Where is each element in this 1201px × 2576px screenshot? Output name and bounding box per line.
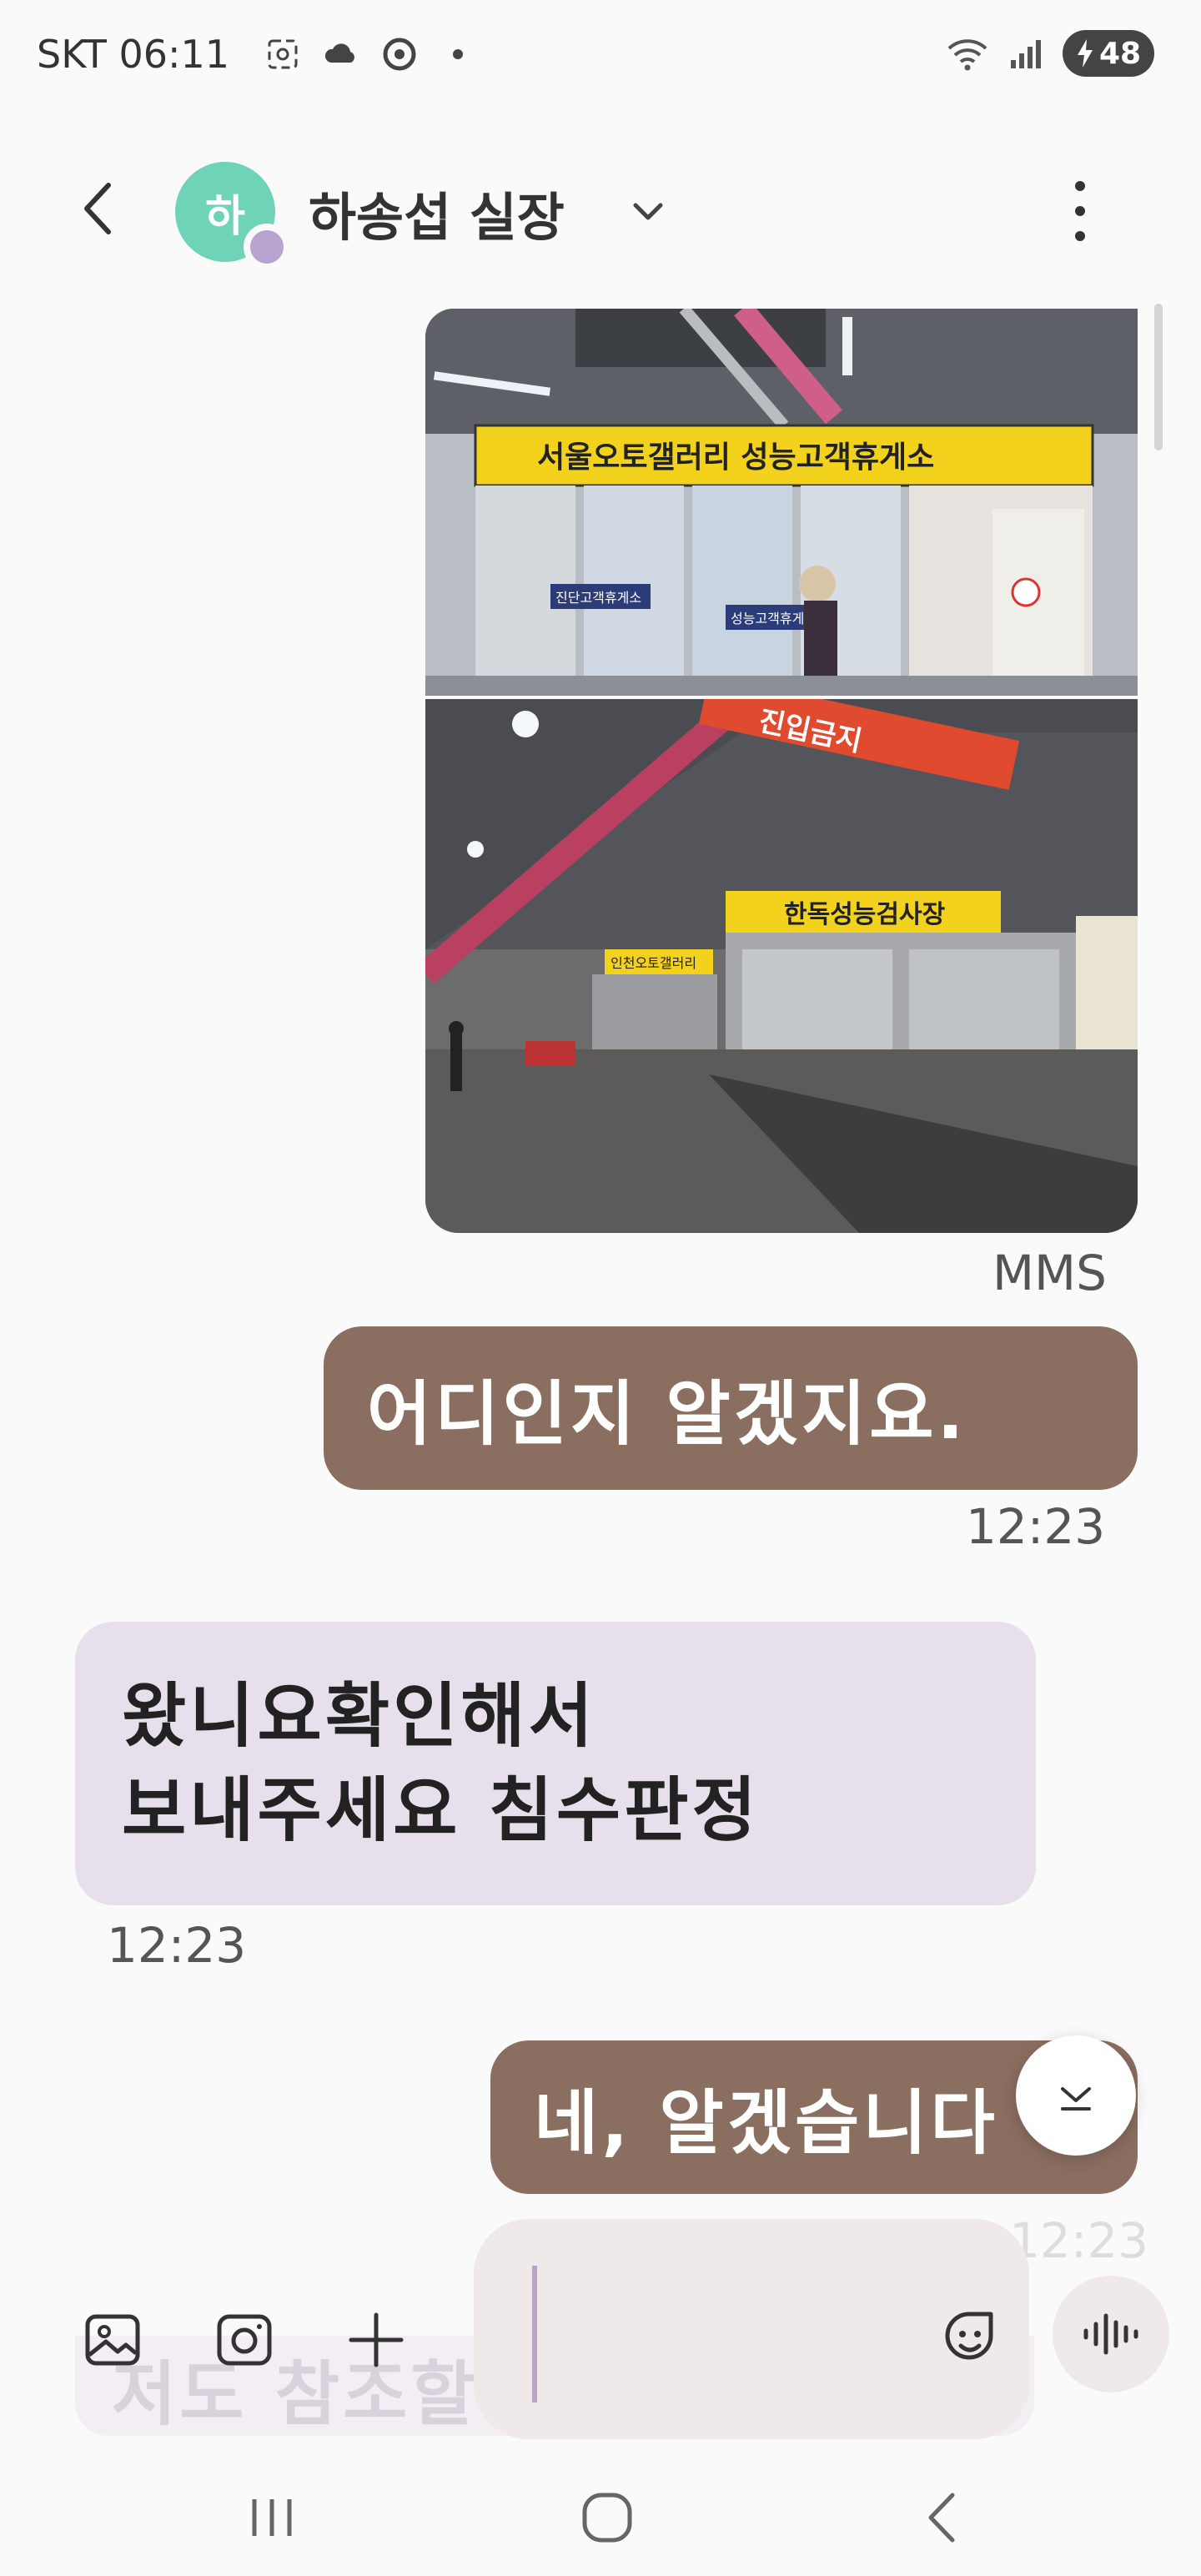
conversation-header: 하 하송섭 실장 bbox=[0, 142, 1201, 275]
battery-indicator: 48 bbox=[1063, 30, 1154, 77]
attach-button[interactable] bbox=[339, 2302, 414, 2377]
chrome-icon bbox=[383, 38, 416, 71]
screenshot-icon bbox=[268, 39, 298, 69]
contact-name[interactable]: 하송섭 실장 bbox=[309, 175, 565, 250]
message-text: 어디인지 알겠지요. bbox=[367, 1372, 967, 1455]
back-nav-icon bbox=[928, 2493, 955, 2543]
wifi-icon bbox=[947, 39, 987, 71]
plus-icon bbox=[349, 2312, 404, 2367]
message-text: 네, 알겠습니다 bbox=[534, 2081, 998, 2164]
message-input[interactable] bbox=[474, 2219, 1029, 2439]
mms-image-1[interactable]: 서울오토갤러리 성능고객휴게소 진단고객휴게소 성능고객휴게소 bbox=[425, 309, 1138, 696]
avatar-badge bbox=[244, 224, 290, 270]
chevron-down-icon bbox=[1061, 2087, 1091, 2111]
voice-record-button[interactable] bbox=[1053, 2276, 1169, 2392]
mms-label: MMS bbox=[992, 1245, 1107, 1301]
voice-wave-icon bbox=[1083, 2313, 1138, 2355]
battery-level: 48 bbox=[1098, 36, 1142, 71]
inspection-station-photo: 진입금지 한독성능검사장 인천오토갤러리 bbox=[425, 699, 1138, 1233]
scroll-to-bottom-button[interactable] bbox=[1016, 2035, 1136, 2156]
gallery-icon bbox=[85, 2314, 140, 2366]
carrier-time: SKT 06:11 bbox=[37, 32, 230, 77]
home-icon bbox=[582, 2493, 632, 2543]
battery-charging-icon bbox=[1077, 39, 1093, 68]
back-nav-button[interactable] bbox=[909, 2484, 976, 2551]
sub-sign-b: 성능고객휴게소 bbox=[731, 611, 817, 626]
outgoing-message[interactable]: 어디인지 알겠지요. bbox=[324, 1326, 1138, 1490]
incoming-message[interactable]: 왔니요확인해서 보내주세요 침수판정 bbox=[75, 1622, 1036, 1905]
more-vertical-icon[interactable] bbox=[1059, 174, 1101, 249]
chevron-down-icon[interactable] bbox=[627, 190, 669, 232]
garage-lounge-photo: 서울오토갤러리 성능고객휴게소 진단고객휴게소 성능고객휴게소 bbox=[425, 309, 1138, 696]
camera-icon bbox=[217, 2314, 272, 2366]
avatar-initial: 하 bbox=[205, 191, 245, 242]
home-button[interactable] bbox=[574, 2484, 641, 2551]
small-sign: 인천오토갤러리 bbox=[611, 955, 696, 971]
scrollbar[interactable] bbox=[1154, 304, 1163, 450]
sub-sign-a: 진단고객휴게소 bbox=[555, 590, 641, 606]
signal-icon bbox=[1011, 40, 1041, 68]
station-sign: 한독성능검사장 bbox=[784, 900, 946, 929]
text-cursor bbox=[532, 2266, 537, 2402]
recents-button[interactable] bbox=[239, 2484, 305, 2551]
message-text-line-1: 왔니요확인해서 bbox=[122, 1674, 596, 1757]
back-arrow-icon[interactable] bbox=[67, 175, 133, 242]
sign-text: 서울오토갤러리 성능고객휴게소 bbox=[537, 440, 934, 475]
message-time: 12:23 bbox=[107, 1917, 247, 1974]
dot-icon bbox=[453, 49, 464, 59]
message-time: 12:23 bbox=[1009, 2212, 1149, 2269]
message-text-line-2: 보내주세요 침수판정 bbox=[122, 1769, 760, 1851]
message-time: 12:23 bbox=[966, 1498, 1106, 1555]
gallery-button[interactable] bbox=[75, 2302, 150, 2377]
system-nav-bar bbox=[0, 2461, 1201, 2576]
camera-button[interactable] bbox=[207, 2302, 282, 2377]
sticker-icon[interactable] bbox=[937, 2302, 1004, 2369]
status-bar: SKT 06:11 48 bbox=[0, 0, 1201, 108]
recents-icon bbox=[252, 2499, 292, 2536]
mms-image-2[interactable]: 진입금지 한독성능검사장 인천오토갤러리 bbox=[425, 699, 1138, 1233]
cloud-icon bbox=[325, 43, 355, 63]
